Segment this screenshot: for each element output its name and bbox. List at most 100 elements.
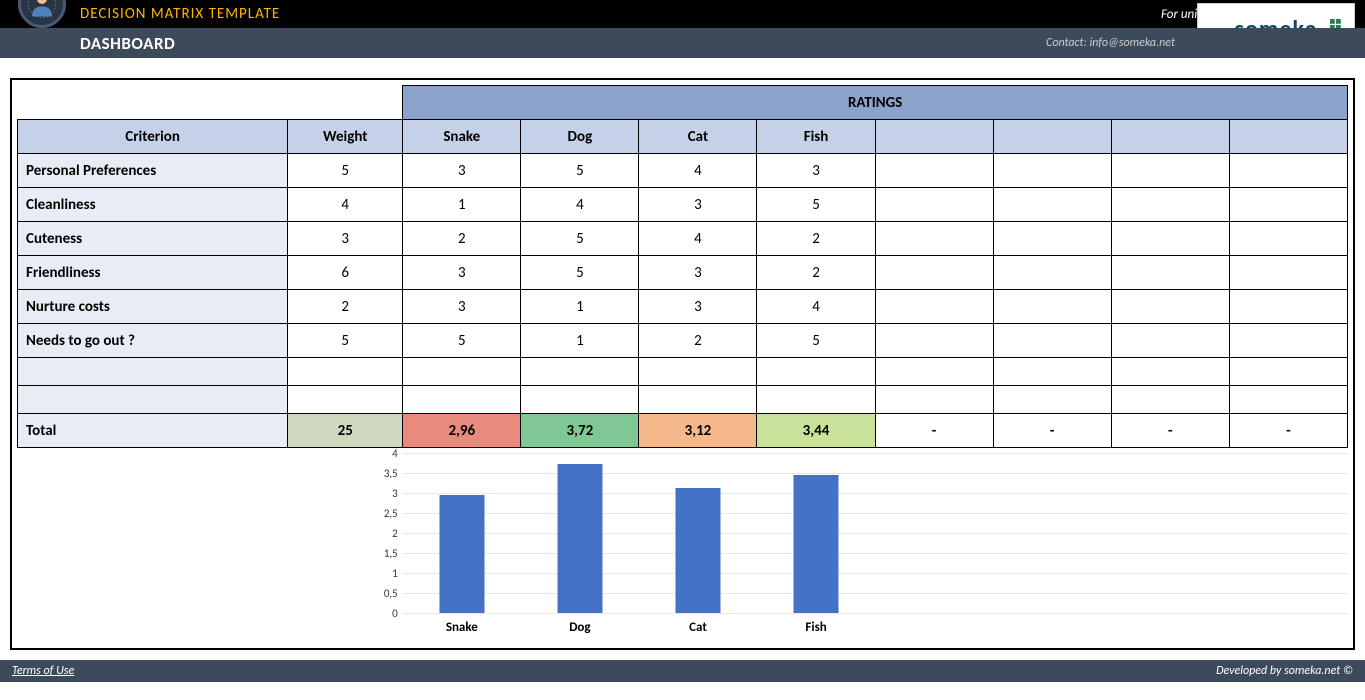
rating-cell[interactable]	[1229, 222, 1347, 256]
option-header[interactable]: Dog	[521, 120, 639, 154]
option-header[interactable]	[1111, 120, 1229, 154]
weight-cell[interactable]: 5	[288, 324, 403, 358]
rating-cell[interactable]	[875, 154, 993, 188]
ratings-header: RATINGS	[403, 86, 1348, 120]
rating-cell[interactable]: 4	[639, 222, 757, 256]
app-title: DECISION MATRIX TEMPLATE	[80, 5, 280, 23]
rating-cell[interactable]	[875, 290, 993, 324]
rating-cell[interactable]: 5	[757, 324, 875, 358]
top-header: DECISION MATRIX TEMPLATE For unique Exce…	[0, 0, 1365, 28]
option-header[interactable]: Fish	[757, 120, 875, 154]
rating-cell[interactable]: 3	[403, 256, 521, 290]
axis-tick: 3,5	[358, 467, 398, 480]
chart-column: Fish	[757, 448, 875, 643]
rating-cell[interactable]: 3	[403, 290, 521, 324]
rating-cell[interactable]	[993, 188, 1111, 222]
weight-cell[interactable]: 2	[288, 290, 403, 324]
rating-cell[interactable]	[1229, 154, 1347, 188]
chart-column	[1111, 448, 1229, 643]
criterion-name[interactable]: Nurture costs	[18, 290, 288, 324]
rating-cell[interactable]: 1	[521, 324, 639, 358]
rating-cell[interactable]: 5	[757, 188, 875, 222]
rating-cell[interactable]	[993, 290, 1111, 324]
rating-cell[interactable]: 1	[521, 290, 639, 324]
chart-bar	[794, 475, 839, 613]
rating-cell[interactable]: 2	[757, 256, 875, 290]
axis-tick: 0,5	[358, 587, 398, 600]
total-cell: -	[993, 414, 1111, 448]
rating-cell[interactable]: 5	[403, 324, 521, 358]
criterion-row: Cuteness32542	[18, 222, 1348, 256]
rating-cell[interactable]	[1229, 324, 1347, 358]
criterion-row: Personal Preferences53543	[18, 154, 1348, 188]
total-weight: 25	[288, 414, 403, 448]
rating-cell[interactable]: 5	[521, 222, 639, 256]
criterion-row: Friendliness63532	[18, 256, 1348, 290]
rating-cell[interactable]	[875, 256, 993, 290]
rating-cell[interactable]	[993, 256, 1111, 290]
criterion-name[interactable]: Needs to go out ?	[18, 324, 288, 358]
total-cell: -	[1111, 414, 1229, 448]
rating-cell[interactable]: 2	[639, 324, 757, 358]
rating-cell[interactable]	[1111, 324, 1229, 358]
rating-cell[interactable]	[1111, 154, 1229, 188]
option-header[interactable]	[993, 120, 1111, 154]
rating-cell[interactable]: 3	[639, 256, 757, 290]
contact-info: Contact: info@someka.net	[1046, 36, 1175, 50]
criterion-name[interactable]: Cleanliness	[18, 188, 288, 222]
footer: Terms of Use Developed by someka.net ©	[0, 660, 1365, 682]
rating-cell[interactable]	[993, 222, 1111, 256]
weight-cell[interactable]: 5	[288, 154, 403, 188]
terms-link[interactable]: Terms of Use	[12, 664, 74, 678]
rating-cell[interactable]: 4	[757, 290, 875, 324]
rating-cell[interactable]: 5	[521, 154, 639, 188]
rating-cell[interactable]	[1111, 290, 1229, 324]
axis-tick: 1	[358, 567, 398, 580]
rating-cell[interactable]: 3	[639, 188, 757, 222]
chart-column	[1229, 448, 1347, 643]
chart-column: Cat	[639, 448, 757, 643]
rating-cell[interactable]	[1111, 256, 1229, 290]
weight-cell[interactable]: 3	[288, 222, 403, 256]
rating-cell[interactable]	[875, 222, 993, 256]
axis-tick: 1,5	[358, 547, 398, 560]
rating-cell[interactable]	[1229, 188, 1347, 222]
criterion-name[interactable]: Cuteness	[18, 222, 288, 256]
rating-cell[interactable]	[993, 154, 1111, 188]
total-label: Total	[18, 414, 288, 448]
rating-cell[interactable]: 4	[521, 188, 639, 222]
weight-cell[interactable]: 6	[288, 256, 403, 290]
rating-cell[interactable]	[875, 188, 993, 222]
rating-cell[interactable]: 2	[757, 222, 875, 256]
rating-cell[interactable]	[993, 324, 1111, 358]
option-header[interactable]	[1229, 120, 1347, 154]
criterion-header: Criterion	[18, 120, 288, 154]
rating-cell[interactable]	[875, 324, 993, 358]
weight-header: Weight	[288, 120, 403, 154]
criterion-name[interactable]: Friendliness	[18, 256, 288, 290]
rating-cell[interactable]: 1	[403, 188, 521, 222]
axis-tick: 4	[358, 447, 398, 460]
rating-cell[interactable]: 3	[403, 154, 521, 188]
option-header[interactable]: Snake	[403, 120, 521, 154]
chart-bar	[439, 495, 484, 613]
total-cell: -	[875, 414, 993, 448]
rating-cell[interactable]	[1111, 222, 1229, 256]
option-header[interactable]: Cat	[639, 120, 757, 154]
chart-bar-label: Dog	[521, 620, 639, 635]
rating-cell[interactable]: 3	[757, 154, 875, 188]
chart-bar-label: Fish	[757, 620, 875, 635]
rating-cell[interactable]	[1229, 290, 1347, 324]
rating-cell[interactable]: 4	[639, 154, 757, 188]
bar-chart: SnakeDogCatFish	[403, 448, 1348, 643]
rating-cell[interactable]: 5	[521, 256, 639, 290]
rating-cell[interactable]: 3	[639, 290, 757, 324]
total-cell: 3,72	[521, 414, 639, 448]
rating-cell[interactable]: 2	[403, 222, 521, 256]
chart-column: Dog	[521, 448, 639, 643]
option-header[interactable]	[875, 120, 993, 154]
rating-cell[interactable]	[1111, 188, 1229, 222]
criterion-name[interactable]: Personal Preferences	[18, 154, 288, 188]
rating-cell[interactable]	[1229, 256, 1347, 290]
weight-cell[interactable]: 4	[288, 188, 403, 222]
